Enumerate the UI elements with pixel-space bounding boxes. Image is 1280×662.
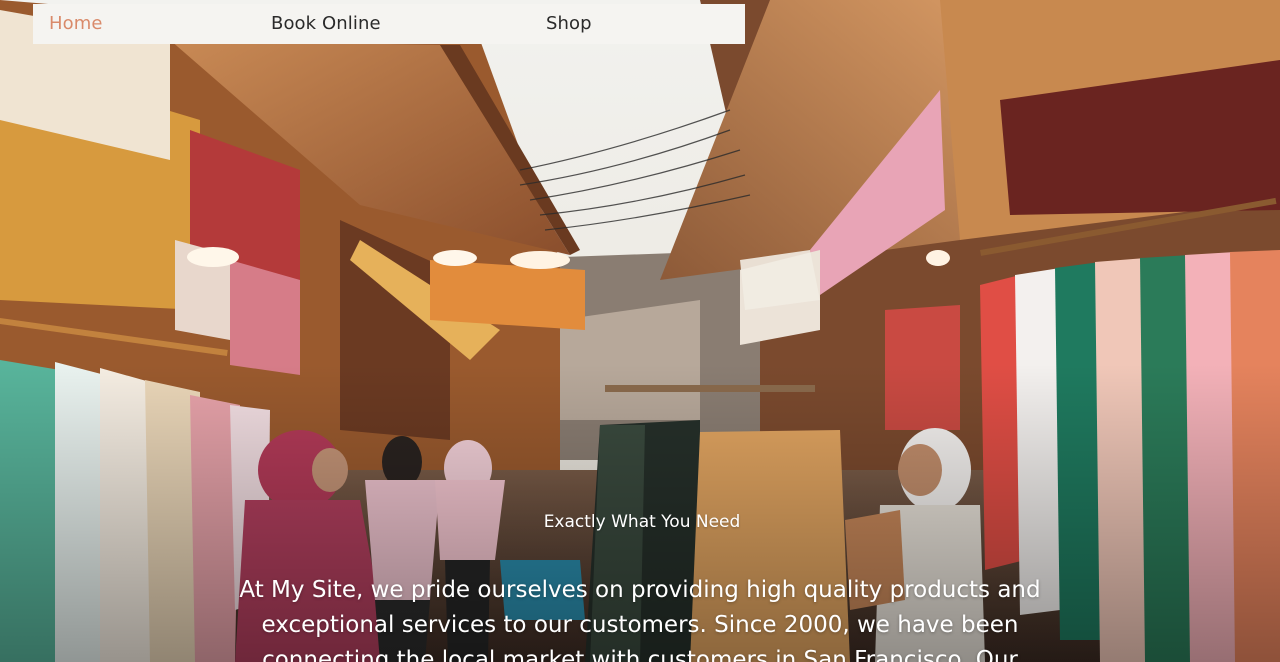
market-scene-illustration bbox=[0, 0, 1280, 662]
nav-link-home[interactable]: Home bbox=[49, 13, 103, 34]
hero-image bbox=[0, 0, 1280, 662]
hero-tagline: Exactly What You Need bbox=[543, 512, 741, 532]
nav-link-book-online[interactable]: Book Online bbox=[271, 13, 381, 34]
nav-link-shop[interactable]: Shop bbox=[546, 13, 592, 34]
hero-intro-text: At My Site, we pride ourselves on provid… bbox=[239, 577, 1041, 662]
main-navigation: Home Book Online Shop bbox=[33, 4, 745, 44]
